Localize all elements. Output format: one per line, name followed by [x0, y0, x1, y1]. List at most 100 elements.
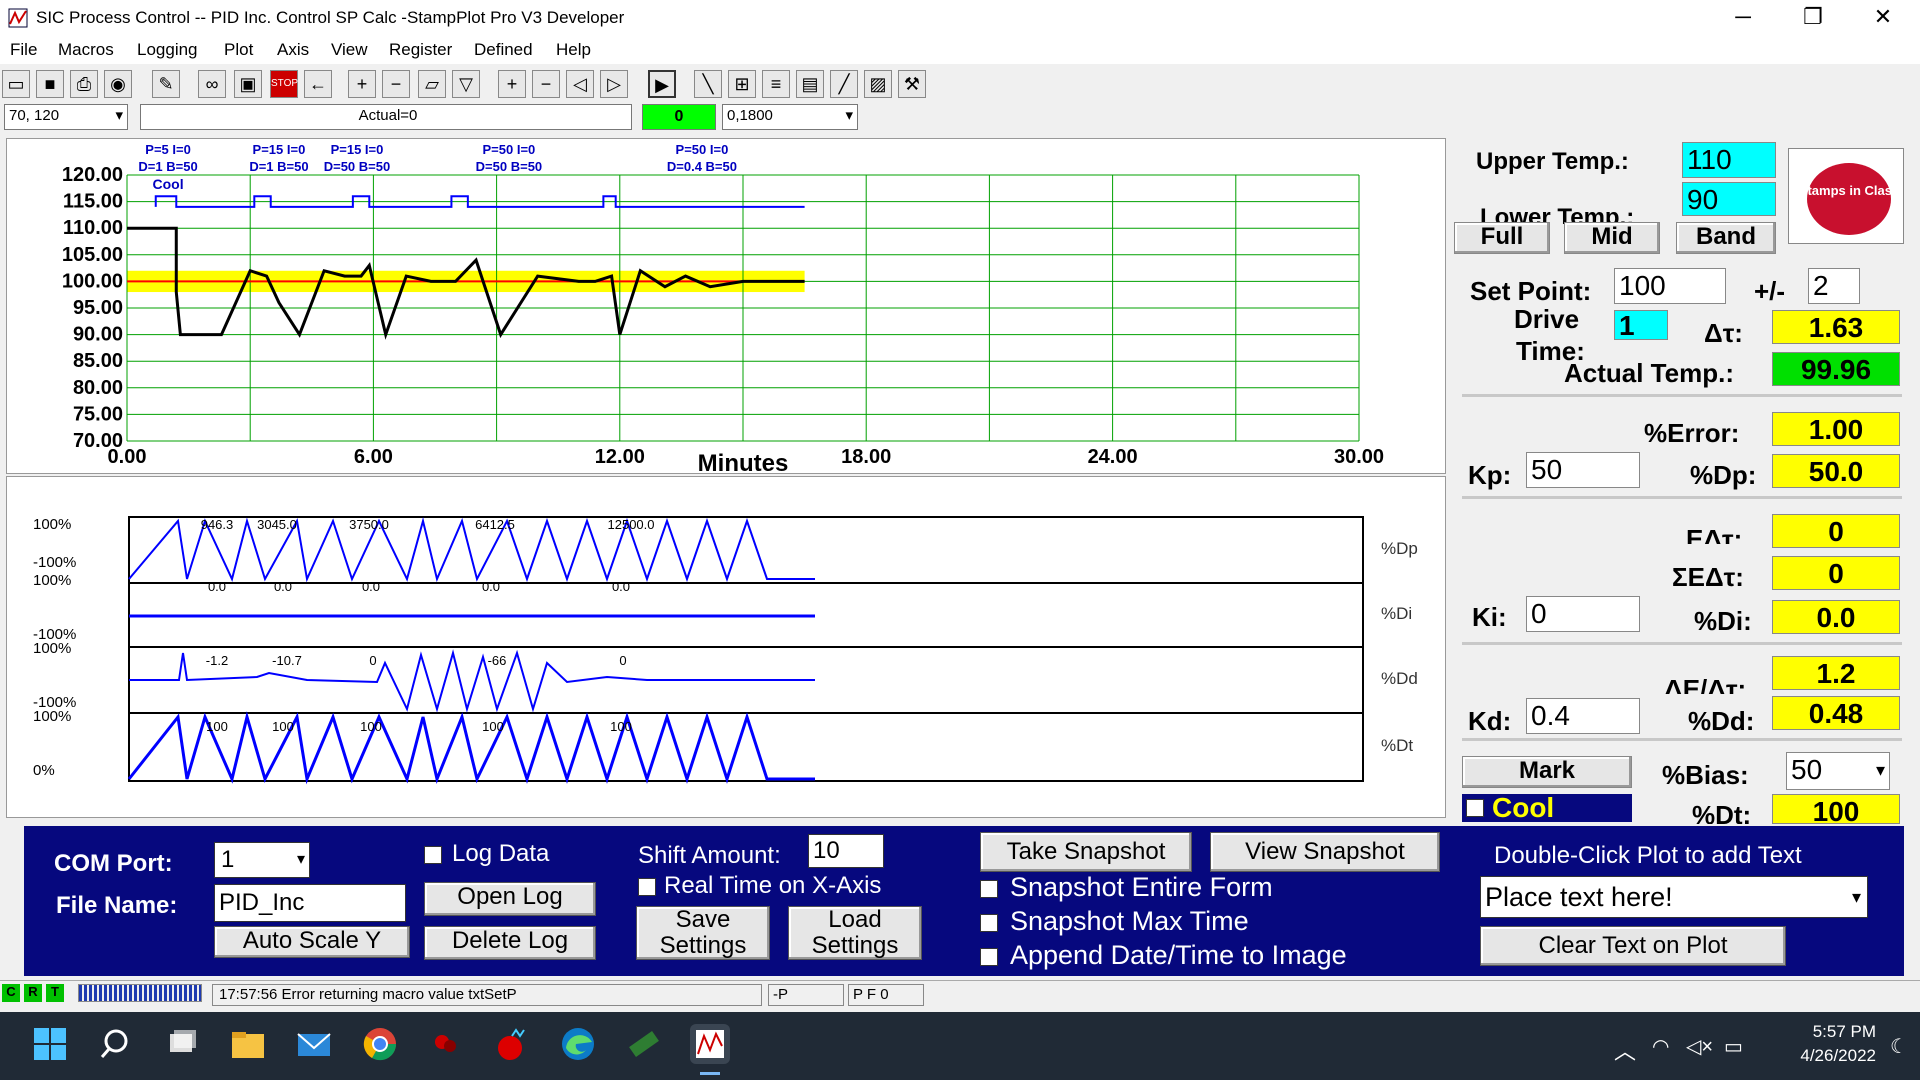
scroll-left-icon[interactable]: ◁ — [566, 70, 594, 98]
menu-axis[interactable]: Axis — [277, 40, 309, 60]
print-icon[interactable]: ⎙ — [70, 70, 98, 98]
menu-view[interactable]: View — [331, 40, 368, 60]
save-settings-line1: Save — [675, 906, 731, 933]
close-button[interactable]: ✕ — [1858, 2, 1908, 32]
scroll-right-icon[interactable]: ▷ — [600, 70, 628, 98]
kp-input[interactable]: 50 — [1526, 452, 1640, 488]
auto-scale-y-button[interactable]: Auto Scale Y — [214, 926, 410, 958]
zoom-in-y-icon[interactable]: + — [348, 70, 376, 98]
drive-time-input[interactable]: 1 — [1614, 310, 1668, 341]
plot-text-select[interactable]: Place text here! ▾ — [1480, 876, 1868, 918]
plusminus-input[interactable]: 2 — [1808, 268, 1860, 304]
zoom-in-x-icon[interactable]: + — [498, 70, 526, 98]
bias-select[interactable]: 50 ▾ — [1786, 752, 1890, 790]
save-icon[interactable]: ■ — [36, 70, 64, 98]
mail-icon[interactable] — [294, 1024, 334, 1064]
take-snapshot-button[interactable]: Take Snapshot — [980, 832, 1192, 872]
range-select[interactable]: 0,1800 ▾ — [722, 104, 858, 130]
e-delta-tau-value: 0 — [1772, 514, 1900, 548]
task-view-icon[interactable] — [162, 1024, 202, 1064]
chevron-up-icon[interactable]: ︿ — [1614, 1034, 1636, 1066]
filter-icon[interactable]: ▽ — [452, 70, 480, 98]
x-tick-label: 18.00 — [841, 446, 891, 468]
view-snapshot-button[interactable]: View Snapshot — [1210, 832, 1440, 872]
load-settings-button[interactable]: Load Settings — [788, 906, 922, 960]
wand-icon[interactable]: ✎ — [152, 70, 180, 98]
clipboard-icon[interactable]: ▤ — [796, 70, 824, 98]
temperature-chart-svg[interactable]: 120.00 115.00 110.00 105.00 100.00 95.00 90.00… — [7, 139, 1447, 477]
temperature-plot[interactable]: 120.00 115.00 110.00 105.00 100.00 95.00 90.00… — [6, 138, 1447, 477]
mark-button[interactable]: Mark — [1462, 756, 1632, 788]
setpoint-input[interactable]: 100 — [1614, 268, 1726, 304]
wifi-icon[interactable]: ◠ — [1652, 1034, 1669, 1059]
menu-macros[interactable]: Macros — [58, 40, 114, 60]
file-name-input[interactable]: PID_Inc — [214, 884, 406, 922]
pid-value-label: 946.3 — [201, 517, 234, 532]
menu-defined[interactable]: Defined — [474, 40, 533, 60]
file-explorer-icon[interactable] — [228, 1024, 268, 1064]
play-icon[interactable]: ▶ — [648, 70, 676, 98]
snapshot-entire-checkbox[interactable] — [980, 880, 998, 898]
upper-temp-input[interactable]: 110 — [1682, 142, 1776, 178]
probe-icon[interactable]: ╱ — [830, 70, 858, 98]
save-settings-button[interactable]: Save Settings — [636, 906, 770, 960]
open-icon[interactable]: ▭ — [2, 70, 30, 98]
shift-amount-input[interactable]: 10 — [808, 834, 884, 868]
menu-plot[interactable]: Plot — [224, 40, 253, 60]
image-icon[interactable]: ▨ — [864, 70, 892, 98]
notes-icon[interactable]: ≡ — [762, 70, 790, 98]
camera-icon[interactable]: ◉ — [104, 70, 132, 98]
app-board-icon[interactable] — [624, 1024, 664, 1064]
menu-logging[interactable]: Logging — [137, 40, 198, 60]
notifications-icon[interactable]: ☾ — [1890, 1034, 1908, 1059]
maximize-button[interactable]: ❐ — [1788, 2, 1838, 32]
log-data-checkbox[interactable] — [424, 846, 442, 864]
volume-icon[interactable]: ◁× — [1686, 1034, 1713, 1059]
append-datetime-checkbox[interactable] — [980, 948, 998, 966]
grid-icon[interactable]: ⊞ — [728, 70, 756, 98]
wrench-icon[interactable]: ⚒ — [898, 70, 926, 98]
cool-checkbox[interactable] — [1466, 799, 1484, 817]
search-icon[interactable] — [96, 1024, 136, 1064]
pid-output-svg[interactable]: %Dp%Di%Dd%Dt100%-100%100%-100%100%-100%1… — [7, 477, 1447, 819]
clear-text-button[interactable]: Clear Text on Plot — [1480, 926, 1786, 966]
stop-icon[interactable]: STOP — [270, 70, 298, 98]
menu-help[interactable]: Help — [556, 40, 591, 60]
minimize-button[interactable]: ─ — [1718, 2, 1768, 32]
pencil-icon[interactable]: ╲ — [694, 70, 722, 98]
monitor-icon[interactable]: ▣ — [234, 70, 262, 98]
battery-icon[interactable]: ▭ — [1724, 1034, 1743, 1059]
ki-input[interactable]: 0 — [1526, 596, 1640, 632]
arrow-left-icon[interactable]: ← — [304, 70, 332, 98]
mid-button[interactable]: Mid — [1564, 222, 1660, 254]
coord-select[interactable]: 70, 120 ▾ — [4, 104, 128, 130]
zoom-out-y-icon[interactable]: − — [382, 70, 410, 98]
chrome-icon[interactable] — [360, 1024, 400, 1064]
menu-file[interactable]: File — [10, 40, 37, 60]
glasses-icon[interactable]: ∞ — [198, 70, 226, 98]
cool-toggle[interactable]: Cool — [1462, 792, 1632, 823]
stampplot-icon[interactable] — [690, 1024, 730, 1064]
full-button[interactable]: Full — [1454, 222, 1550, 254]
sum-e-delta-tau-label: ΣEΔτ: — [1672, 562, 1744, 592]
menu-register[interactable]: Register — [389, 40, 452, 60]
delete-log-button[interactable]: Delete Log — [424, 926, 596, 960]
zoom-out-x-icon[interactable]: − — [532, 70, 560, 98]
real-time-checkbox[interactable] — [638, 878, 656, 896]
clock-date[interactable]: 4/26/2022 — [1770, 1046, 1876, 1066]
x-tick-label: 0.00 — [108, 446, 147, 468]
zoom-box-icon[interactable]: ▱ — [418, 70, 446, 98]
chevron-down-icon: ▾ — [115, 107, 123, 124]
start-icon[interactable] — [30, 1024, 70, 1064]
com-port-select[interactable]: 1 ▾ — [214, 842, 310, 878]
clock-time[interactable]: 5:57 PM — [1790, 1022, 1876, 1042]
app-scope-icon[interactable] — [492, 1024, 532, 1064]
app-red-icon[interactable] — [426, 1024, 466, 1064]
kd-input[interactable]: 0.4 — [1526, 698, 1640, 734]
open-log-button[interactable]: Open Log — [424, 882, 596, 916]
band-button[interactable]: Band — [1676, 222, 1776, 254]
lower-temp-input[interactable]: 90 — [1682, 182, 1776, 216]
edge-icon[interactable] — [558, 1024, 598, 1064]
snapshot-max-checkbox[interactable] — [980, 914, 998, 932]
pid-output-plot[interactable]: %Dp %Di %Dd %Dt 100% -100% 100% -100% 100% -100% 1… — [6, 476, 1446, 818]
